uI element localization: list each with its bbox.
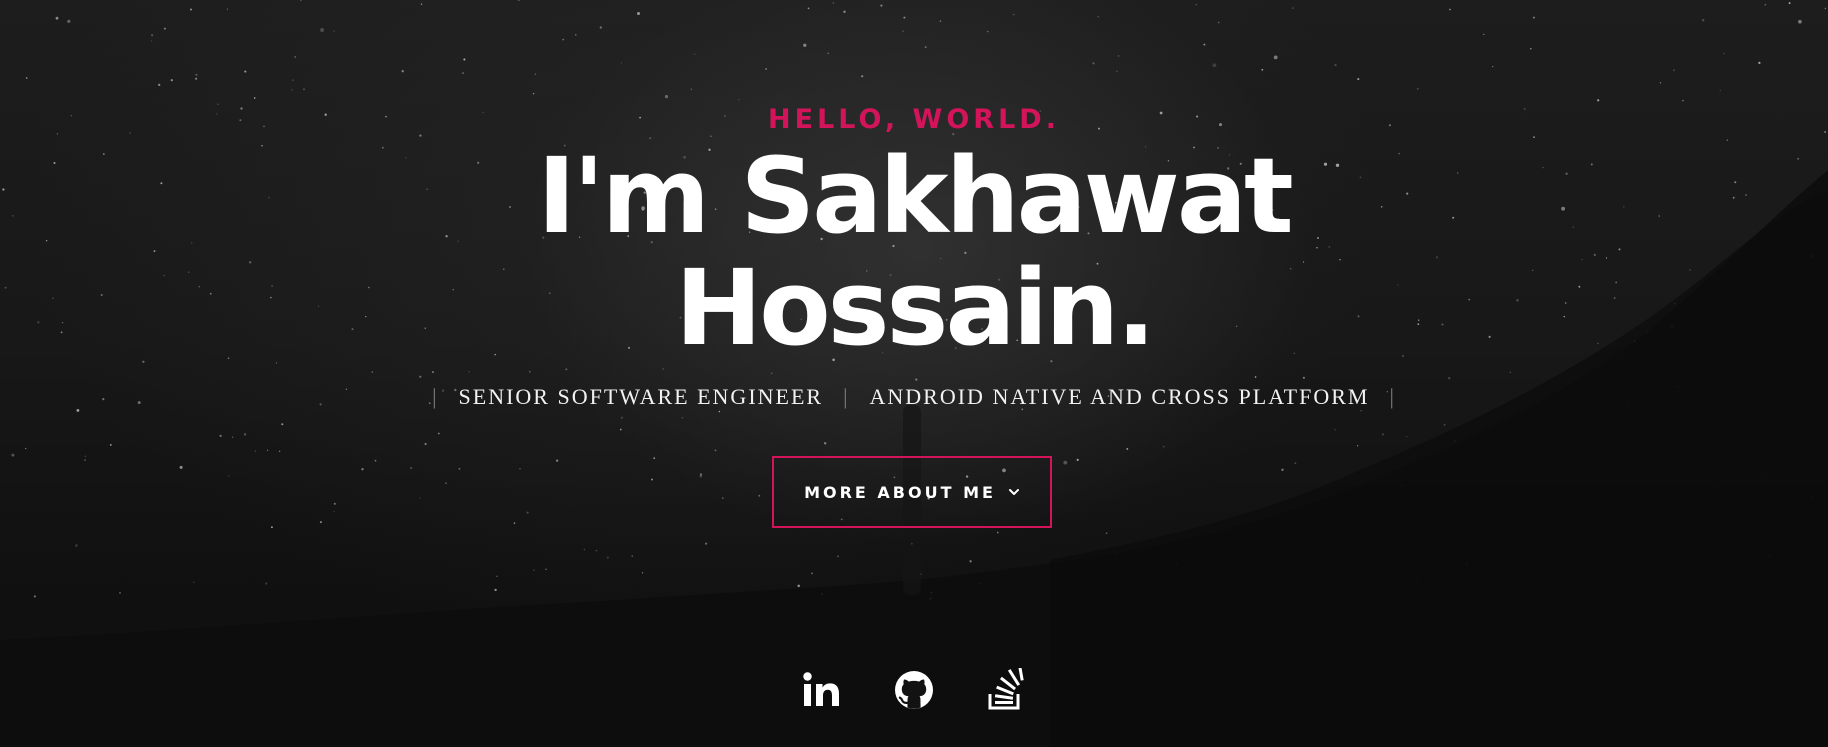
role-android-native-cross-platform: ANDROID NATIVE AND CROSS PLATFORM: [869, 384, 1370, 409]
linkedin-icon: [803, 672, 839, 706]
stackoverflow-icon: [988, 666, 1024, 710]
social-links: [0, 666, 1828, 712]
role-separator: |: [432, 384, 439, 409]
chevron-down-icon: [1008, 489, 1019, 495]
roles-line: | SENIOR SOFTWARE ENGINEER | ANDROID NAT…: [0, 380, 1828, 414]
hero-headline: I'm Sakhawat Hossain.: [0, 140, 1828, 364]
github-icon: [895, 671, 933, 709]
role-senior-software-engineer: SENIOR SOFTWARE ENGINEER: [458, 384, 824, 409]
role-separator: |: [1389, 384, 1396, 409]
stackoverflow-link[interactable]: [984, 666, 1028, 712]
headline-line-2: Hossain.: [675, 247, 1156, 369]
github-link[interactable]: [892, 668, 936, 712]
greeting-kicker: HELLO, WORLD.: [768, 104, 1060, 135]
more-about-me-button[interactable]: MORE ABOUT ME: [772, 456, 1052, 528]
more-about-me-label: MORE ABOUT ME: [804, 482, 996, 502]
hero-section: HELLO, WORLD. I'm Sakhawat Hossain. | SE…: [0, 0, 1828, 747]
role-separator: |: [843, 384, 850, 409]
headline-line-1: I'm Sakhawat: [537, 135, 1294, 257]
linkedin-link[interactable]: [800, 668, 844, 712]
